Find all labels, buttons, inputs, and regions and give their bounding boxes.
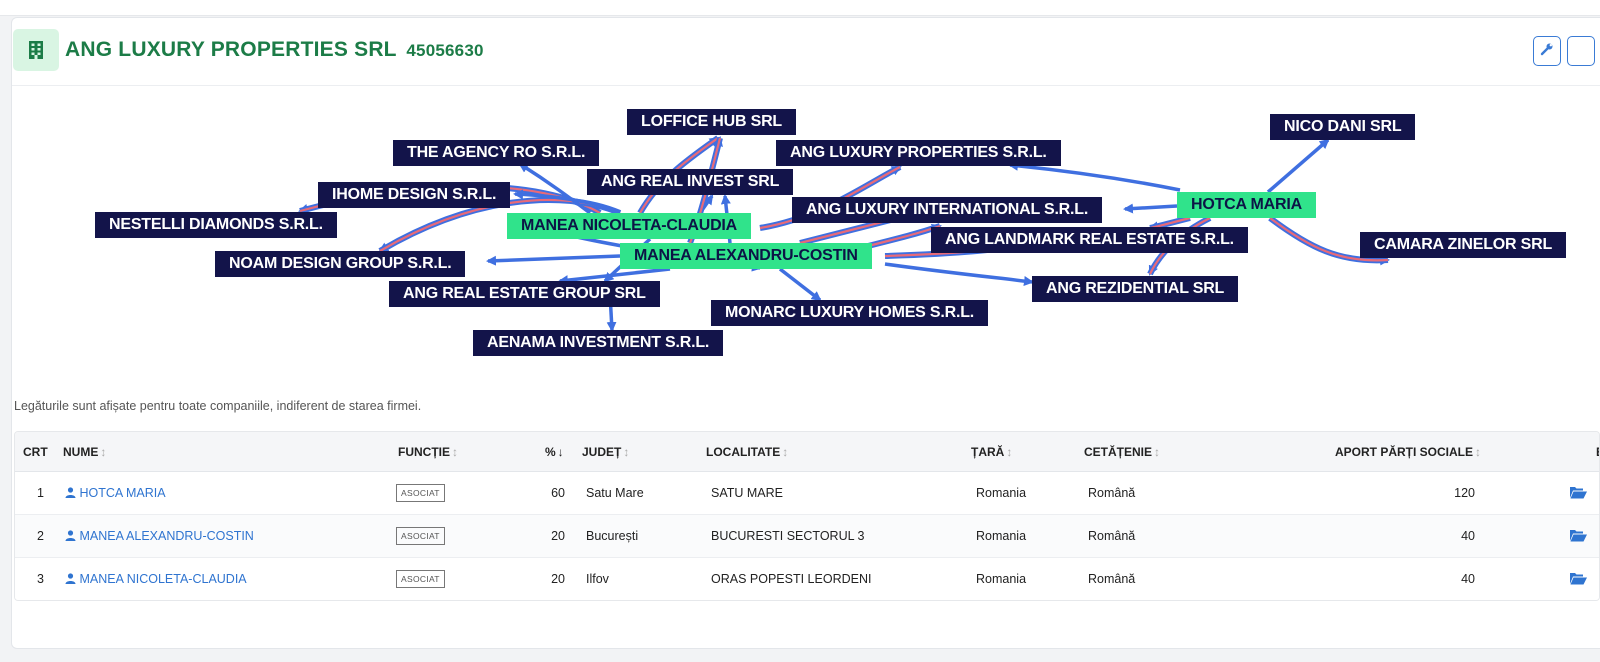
company-code: 45056630 — [406, 41, 484, 60]
table-header: CRT NUME ↕ FUNCȚIE ↕ % ↓ JUDEȚ ↕ LOCALITATE ↕… — [15, 432, 1599, 472]
table-row: 3 MANEA NICOLETA-CLAUDIA ASOCIAT 20 Ilfo… — [15, 558, 1599, 600]
node-manea-nicoleta-claudia[interactable]: MANEA NICOLETA-CLAUDIA — [507, 213, 752, 239]
graph-edge — [884, 262, 1034, 286]
user-icon — [65, 487, 76, 498]
cell-judet: Ilfov — [586, 572, 609, 586]
person-link[interactable]: MANEA NICOLETA-CLAUDIA — [65, 572, 247, 586]
building-icon — [13, 29, 59, 71]
cell-tara: Romania — [976, 486, 1027, 500]
relationship-graph: LOFFICE HUB SRL THE AGENCY RO S.R.L. ANG… — [0, 68, 1600, 368]
col-localitate[interactable]: LOCALITATE ↕ — [706, 445, 788, 459]
col-nume[interactable]: NUME ↕ — [63, 445, 106, 459]
company-name: ANG LUXURY PROPERTIES SRL — [65, 38, 397, 61]
col-crt: CRT — [23, 445, 48, 459]
cell-judet: București — [586, 529, 639, 543]
cell-tara: Romania — [976, 572, 1027, 586]
col-tara[interactable]: ȚARĂ ↕ — [971, 445, 1012, 459]
cell-crt: 2 — [37, 529, 44, 543]
cell-judet: Satu Mare — [586, 486, 644, 500]
node-nico-dani[interactable]: NICO DANI SRL — [1270, 114, 1416, 140]
node-ang-rezidential[interactable]: ANG REZIDENTIAL SRL — [1032, 276, 1239, 302]
col-cetatenie[interactable]: CETĂȚENIE ↕ — [1084, 445, 1160, 459]
cell-aport: 40 — [1461, 572, 1475, 586]
tools-button[interactable] — [1533, 36, 1561, 66]
cell-procent: 60 — [551, 486, 565, 500]
sort-icon[interactable]: ↕ — [782, 445, 788, 459]
cell-procent: 20 — [551, 529, 565, 543]
sort-icon[interactable]: ↕ — [1154, 445, 1160, 459]
role-badge: ASOCIAT — [396, 570, 445, 588]
cell-cetatenie: Română — [1088, 572, 1136, 586]
sort-desc-icon[interactable]: ↓ — [558, 445, 564, 459]
node-camara-zinelor[interactable]: CAMARA ZINELOR SRL — [1360, 232, 1567, 258]
cell-crt: 1 — [37, 486, 44, 500]
shareholders-table: CRT NUME ↕ FUNCȚIE ↕ % ↓ JUDEȚ ↕ LOCALITATE ↕… — [14, 431, 1600, 601]
node-hotca-maria[interactable]: HOTCA MARIA — [1177, 192, 1316, 218]
node-nestelli-diamonds[interactable]: NESTELLI DIAMONDS S.R.L. — [95, 212, 337, 238]
cell-crt: 3 — [37, 572, 44, 586]
role-badge: ASOCIAT — [396, 484, 445, 502]
node-ihome-design[interactable]: IHOME DESIGN S.R.L. — [318, 182, 511, 208]
col-functie[interactable]: FUNCȚIE ↕ — [398, 445, 458, 459]
top-strip — [0, 0, 1600, 16]
node-loffice-hub[interactable]: LOFFICE HUB SRL — [627, 109, 796, 135]
node-manea-alexandru-costin[interactable]: MANEA ALEXANDRU-COSTIN — [620, 243, 872, 269]
page-title: ANG LUXURY PROPERTIES SRL 45056630 — [65, 38, 484, 62]
cell-procent: 20 — [551, 572, 565, 586]
folder-open-icon[interactable] — [1570, 572, 1587, 590]
col-extra: E — [1596, 445, 1599, 459]
person-link[interactable]: HOTCA MARIA — [65, 486, 166, 500]
sort-icon[interactable]: ↕ — [452, 445, 458, 459]
node-ang-luxury-properties[interactable]: ANG LUXURY PROPERTIES S.R.L. — [776, 140, 1061, 166]
node-ang-landmark-real-estate[interactable]: ANG LANDMARK REAL ESTATE S.R.L. — [931, 227, 1248, 253]
user-icon — [65, 573, 76, 584]
cell-localitate: BUCURESTI SECTORUL 3 — [711, 529, 865, 543]
graph-edge — [1008, 160, 1181, 192]
sort-icon[interactable]: ↕ — [1006, 445, 1012, 459]
folder-open-icon[interactable] — [1570, 486, 1587, 504]
node-noam-design-group[interactable]: NOAM DESIGN GROUP S.R.L. — [215, 251, 466, 277]
user-icon — [65, 530, 76, 541]
node-aenama-investment[interactable]: AENAMA INVESTMENT S.R.L. — [473, 330, 724, 356]
graph-edge — [1123, 203, 1178, 214]
node-ang-real-estate-group[interactable]: ANG REAL ESTATE GROUP SRL — [389, 281, 660, 307]
graph-edge — [778, 267, 822, 302]
col-judet[interactable]: JUDEȚ ↕ — [582, 445, 629, 459]
graph-note: Legăturile sunt afișate pentru toate com… — [14, 399, 422, 413]
col-aport[interactable]: APORT PĂRȚI SOCIALE ↕ — [1335, 445, 1481, 459]
cell-cetatenie: Română — [1088, 529, 1136, 543]
cell-cetatenie: Română — [1088, 486, 1136, 500]
node-monarc-luxury-homes[interactable]: MONARC LUXURY HOMES S.R.L. — [711, 300, 989, 326]
role-badge: ASOCIAT — [396, 527, 445, 545]
more-button[interactable] — [1567, 36, 1595, 66]
cell-aport: 40 — [1461, 529, 1475, 543]
node-ang-real-invest[interactable]: ANG REAL INVEST SRL — [587, 169, 794, 195]
cell-localitate: SATU MARE — [711, 486, 783, 500]
node-the-agency-ro[interactable]: THE AGENCY RO S.R.L. — [393, 140, 600, 166]
table-row: 1 HOTCA MARIA ASOCIAT 60 Satu Mare SATU … — [15, 472, 1599, 515]
node-ang-luxury-international[interactable]: ANG LUXURY INTERNATIONAL S.R.L. — [792, 197, 1103, 223]
sort-icon[interactable]: ↕ — [1475, 445, 1481, 459]
cell-tara: Romania — [976, 529, 1027, 543]
person-link[interactable]: MANEA ALEXANDRU-COSTIN — [65, 529, 254, 543]
graph-edge — [1266, 138, 1330, 194]
table-row: 2 MANEA ALEXANDRU-COSTIN ASOCIAT 20 Bucu… — [15, 515, 1599, 558]
cell-aport: 120 — [1454, 486, 1475, 500]
wrench-icon — [1540, 42, 1554, 61]
sort-icon[interactable]: ↕ — [623, 445, 629, 459]
cell-localitate: ORAS POPESTI LEORDENI — [711, 572, 872, 586]
graph-edge — [486, 254, 621, 266]
sort-icon[interactable]: ↕ — [100, 445, 106, 459]
graph-edge-highlight — [859, 224, 941, 250]
col-procent[interactable]: % ↓ — [545, 445, 564, 459]
folder-open-icon[interactable] — [1570, 529, 1587, 547]
